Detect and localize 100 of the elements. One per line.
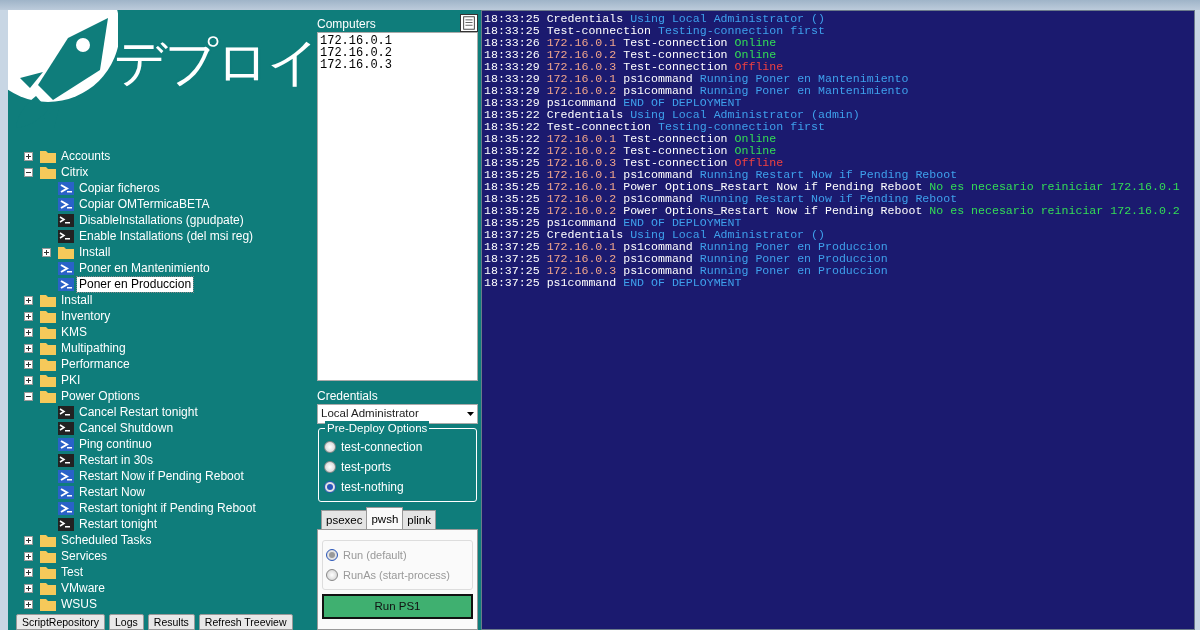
tree-item[interactable]: Accounts <box>59 148 113 164</box>
tab[interactable]: pwsh <box>366 506 404 529</box>
run-button[interactable]: Run PS1 <box>322 593 473 619</box>
tree-item[interactable]: WSUS <box>59 596 99 612</box>
tree-item[interactable]: Services <box>59 548 109 564</box>
folder-icon <box>40 389 56 403</box>
tree-item[interactable]: Test <box>59 564 85 580</box>
collapse-icon[interactable] <box>24 167 33 177</box>
tree-item[interactable]: DisableInstallations (gpudpate) <box>77 212 246 228</box>
folder-icon <box>40 597 56 611</box>
tree-item[interactable]: Ping continuo <box>77 436 154 452</box>
terminal-icon <box>58 517 74 531</box>
expand-icon[interactable] <box>42 247 51 257</box>
expand-icon[interactable] <box>24 343 33 353</box>
tree-item[interactable]: Poner en Produccion <box>77 276 194 292</box>
log-line: 18:33:29 172.16.0.1 ps1command Running Poner en Mantenimiento <box>484 73 910 85</box>
tree-item[interactable]: Copiar ficheros <box>77 180 162 196</box>
logo-text: デプロイ <box>114 36 315 88</box>
field-label: Credentials <box>317 388 379 404</box>
radio-label[interactable]: test-connection <box>341 437 423 456</box>
tab[interactable]: plink <box>402 509 436 529</box>
powershell-icon <box>58 277 74 291</box>
powershell-icon <box>58 261 74 275</box>
radio-button[interactable] <box>324 480 336 493</box>
tree-item[interactable]: Restart tonight <box>77 516 160 532</box>
log-line: 18:37:25 ps1command END OF DEPLOYMENT <box>484 277 743 289</box>
log-line: 18:37:25 172.16.0.2 ps1command Running Poner en Produccion <box>484 253 889 265</box>
terminal-icon <box>58 229 74 243</box>
caret-icon <box>467 411 474 416</box>
folder-icon <box>40 565 56 579</box>
expand-icon[interactable] <box>24 311 33 321</box>
folder-icon <box>40 341 56 355</box>
log-line: 18:33:26 172.16.0.1 Test-connection Online <box>484 37 778 49</box>
tree-item[interactable]: Multipathing <box>59 340 128 356</box>
expand-icon[interactable] <box>24 375 33 385</box>
terminal-icon <box>58 405 74 419</box>
log-line: 18:35:22 172.16.0.1 Test-connection Online <box>484 133 778 145</box>
expand-icon[interactable] <box>24 327 33 337</box>
tree-item[interactable]: VMware <box>59 580 107 596</box>
expand-icon[interactable] <box>24 295 33 305</box>
tab-button[interactable]: Logs <box>109 614 144 630</box>
expand-icon[interactable] <box>24 567 33 577</box>
folder-icon <box>40 549 56 563</box>
log-line: 18:37:25 172.16.0.3 ps1command Running Poner en Produccion <box>484 265 889 277</box>
tree-item[interactable]: Restart in 30s <box>77 452 156 468</box>
log-line: 18:35:25 172.16.0.3 Test-connection Offline <box>484 157 785 169</box>
log-line: 18:35:25 ps1command END OF DEPLOYMENT <box>484 217 743 229</box>
log-line: 18:35:22 Credentials Using Local Administrator (admin) <box>484 109 861 121</box>
powershell-icon <box>58 485 74 499</box>
tree-item[interactable]: Poner en Mantenimiento <box>77 260 212 276</box>
folder-icon <box>40 533 56 547</box>
document-icon[interactable] <box>460 14 478 32</box>
folder-icon <box>40 309 56 323</box>
tree-item[interactable]: Cancel Restart tonight <box>77 404 200 420</box>
powershell-icon <box>58 181 74 195</box>
folder-icon <box>40 293 56 307</box>
tree-item[interactable]: Inventory <box>59 308 113 324</box>
log-line: 18:33:25 Test-connection Testing-connection first <box>484 25 826 37</box>
tab-button[interactable]: Refresh Treeview <box>198 614 293 630</box>
terminal-icon <box>58 421 74 435</box>
powershell-icon <box>58 469 74 483</box>
field-label: Computers <box>317 17 376 32</box>
radio-button[interactable] <box>324 460 336 473</box>
tree-item[interactable]: Restart Now if Pending Reboot <box>77 468 246 484</box>
tree-item[interactable]: Cancel Shutdown <box>77 420 176 436</box>
radio-button[interactable] <box>324 440 336 453</box>
expand-icon[interactable] <box>24 535 33 545</box>
expand-icon[interactable] <box>24 151 33 161</box>
tree-item[interactable]: Citrix <box>59 164 91 180</box>
folder-icon <box>40 149 56 163</box>
powershell-icon <box>58 437 74 451</box>
folder-icon <box>40 325 56 339</box>
radio-label[interactable]: test-nothing <box>341 477 404 496</box>
tree-item[interactable]: Install <box>77 244 113 260</box>
tree-item[interactable]: PKI <box>59 372 83 388</box>
tab-button[interactable]: ScriptRepository <box>16 614 106 630</box>
expand-icon[interactable] <box>24 551 33 561</box>
tree-item[interactable]: Performance <box>59 356 132 372</box>
log-line: 18:33:29 172.16.0.2 ps1command Running Poner en Mantenimiento <box>484 85 910 97</box>
expand-icon[interactable] <box>24 599 33 609</box>
tree-item[interactable]: Enable Installations (del msi reg) <box>77 228 256 244</box>
tree-item[interactable]: Restart Now <box>77 484 148 500</box>
credentials-select[interactable]: Local Administrator <box>317 403 478 424</box>
folder-icon <box>40 165 56 179</box>
tab[interactable]: psexec <box>321 509 368 529</box>
log-line: 18:35:25 172.16.0.2 Power Options_Restart Now if Pending Reboot No es necesario reiniciar 172.16.0.2 <box>484 205 1181 217</box>
computers-field[interactable]: 172.16.0.1 172.16.0.2 172.16.0.3 <box>317 32 478 381</box>
tree-item[interactable]: Copiar OMTermicaBETA <box>77 196 212 212</box>
collapse-icon[interactable] <box>24 391 33 401</box>
folder-icon <box>40 357 56 371</box>
expand-icon[interactable] <box>24 359 33 369</box>
terminal-icon <box>58 453 74 467</box>
radio-label[interactable]: test-ports <box>341 457 391 476</box>
tree-item[interactable]: Power Options <box>59 388 142 404</box>
tab-button[interactable]: Results <box>147 614 195 630</box>
tree-item[interactable]: Scheduled Tasks <box>59 532 154 548</box>
expand-icon[interactable] <box>24 583 33 593</box>
tree-item[interactable]: Install <box>59 292 95 308</box>
tree-item[interactable]: KMS <box>59 324 89 340</box>
tree-item[interactable]: Restart tonight if Pending Reboot <box>77 500 258 516</box>
